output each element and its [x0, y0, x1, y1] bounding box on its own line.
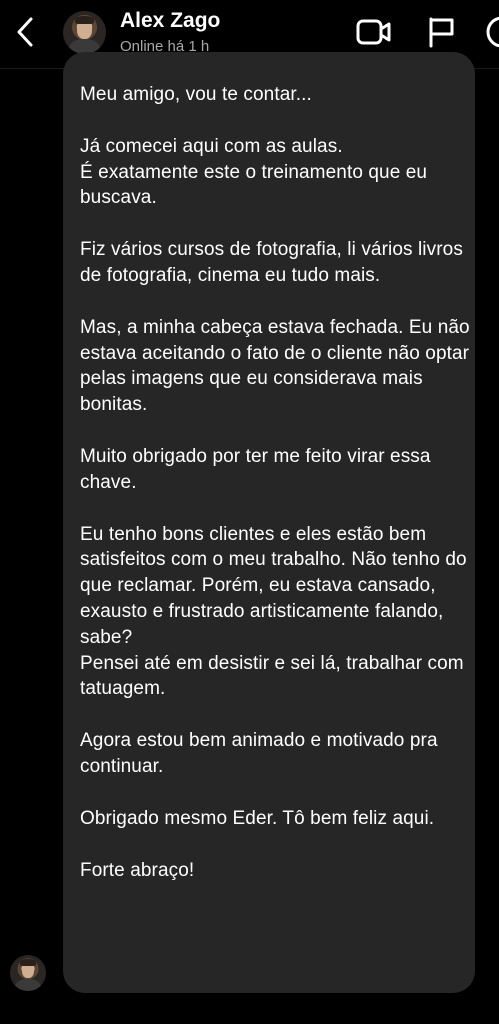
- avatar-body: [15, 978, 41, 991]
- back-button[interactable]: [8, 12, 42, 52]
- message-paragraph: Fiz vários cursos de fotografia, li vári…: [80, 239, 463, 286]
- info-button[interactable]: [484, 14, 499, 50]
- contact-avatar[interactable]: [63, 11, 106, 54]
- avatar-hair: [20, 959, 36, 966]
- message-paragraph: Meu amigo, vou te contar...: [80, 84, 312, 105]
- message-text: Meu amigo, vou te contar... Já comecei a…: [80, 82, 470, 883]
- message-paragraph: Forte abraço!: [80, 859, 195, 881]
- report-button[interactable]: [423, 14, 459, 50]
- video-camera-icon: [356, 19, 391, 45]
- avatar-hair: [75, 16, 94, 24]
- chat-screen: Alex Zago Online há 1 h Meu amigo, vou t…: [0, 0, 499, 1024]
- video-call-button[interactable]: [356, 14, 392, 50]
- message-paragraph: Obrigado mesmo Eder. Tô bem feliz aqui.: [80, 807, 435, 829]
- message-paragraph: Eu tenho bons clientes e eles estão bem …: [80, 523, 467, 700]
- flag-icon: [429, 17, 454, 48]
- message-paragraph: Já comecei aqui com as aulas. É exatamen…: [80, 135, 428, 209]
- message-paragraph: Muito obrigado por ter me feito virar es…: [80, 445, 431, 493]
- chevron-left-icon: [17, 17, 33, 47]
- contact-name[interactable]: Alex Zago: [120, 9, 220, 33]
- info-icon: [486, 16, 499, 48]
- message-paragraph: Mas, a minha cabeça estava fechada. Eu n…: [80, 316, 470, 416]
- message-paragraph: Agora estou bem animado e motivado pra c…: [80, 730, 438, 777]
- sender-avatar[interactable]: [10, 955, 46, 991]
